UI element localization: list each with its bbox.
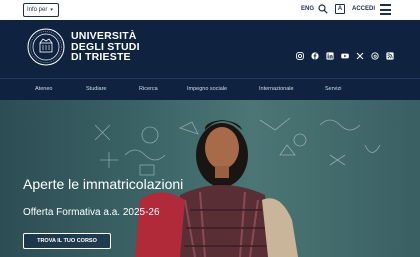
chevron-down-icon: ▾ xyxy=(50,7,53,13)
login-link[interactable]: ACCEDI xyxy=(352,6,375,12)
instagram-icon[interactable] xyxy=(296,52,304,60)
nav-item-ateneo[interactable]: Ateneo xyxy=(35,86,52,92)
nav-item-studiare[interactable]: Studiare xyxy=(86,86,107,92)
site-header: UNIVERSITÀ DEGLI STUDI DI TRIESTE xyxy=(0,20,420,78)
social-links xyxy=(296,52,394,60)
accessibility-icon[interactable]: A xyxy=(335,4,345,14)
hamburger-menu-icon[interactable] xyxy=(380,4,391,15)
youtube-icon[interactable] xyxy=(341,52,349,60)
main-navigation: Ateneo Studiare Ricerca Impegno sociale … xyxy=(0,78,420,100)
info-per-label: Info per xyxy=(27,7,48,13)
x-icon[interactable] xyxy=(356,52,364,60)
threads-icon[interactable] xyxy=(371,52,379,60)
brand-line: UNIVERSITÀ xyxy=(71,30,137,42)
facebook-icon[interactable] xyxy=(311,52,319,60)
language-switch[interactable]: ENG xyxy=(301,6,314,12)
rss-icon[interactable] xyxy=(386,52,394,60)
info-per-dropdown[interactable]: Info per ▾ xyxy=(23,3,59,17)
hero-banner: Aperte le immatricolazioni Offerta Forma… xyxy=(0,100,420,257)
nav-item-impegno-sociale[interactable]: Impegno sociale xyxy=(187,86,227,92)
hero-subtitle: Offerta Formativa a.a. 2025-26 xyxy=(23,207,160,218)
find-course-button[interactable]: TROVA IL TUO CORSO xyxy=(23,233,111,249)
nav-item-internazionale[interactable]: Internazionale xyxy=(259,86,294,92)
nav-item-servizi[interactable]: Servizi xyxy=(325,86,342,92)
linkedin-icon[interactable] xyxy=(326,52,334,60)
search-icon[interactable] xyxy=(318,4,328,14)
university-wordmark[interactable]: UNIVERSITÀ DEGLI STUDI DI TRIESTE xyxy=(71,31,140,63)
nav-item-ricerca[interactable]: Ricerca xyxy=(139,86,158,92)
university-seal-logo[interactable] xyxy=(27,28,65,66)
utility-bar: Info per ▾ ENG A ACCEDI xyxy=(0,0,420,20)
brand-line: DI TRIESTE xyxy=(71,51,131,63)
hero-title: Aperte le immatricolazioni xyxy=(23,176,184,192)
